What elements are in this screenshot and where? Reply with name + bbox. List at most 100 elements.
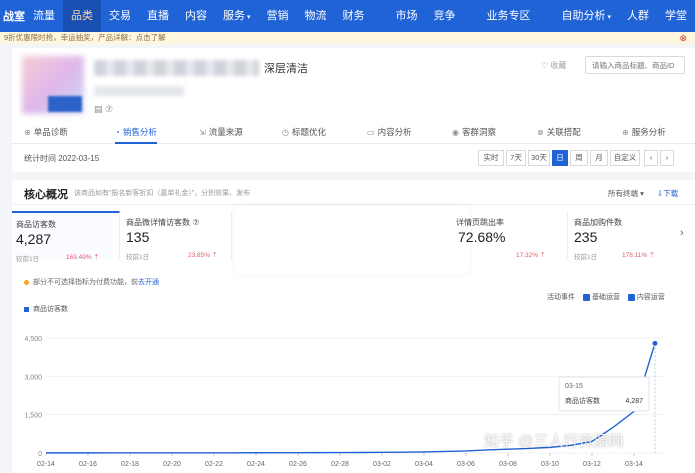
tab-label: 关联搭配 (546, 127, 581, 137)
core-overview-title: 核心概况 (24, 189, 68, 201)
nav-item-trade[interactable]: 交易 (101, 0, 139, 32)
tab-service-analysis[interactable]: ⊕ 服务分析 (622, 120, 666, 144)
metric-change: 17.32% ⇡ (516, 251, 546, 259)
nav-item-service[interactable]: 服务 ▾ (215, 0, 259, 32)
tab-title-optimization[interactable]: ◷ 标题优化 (282, 120, 326, 144)
x-tick-label: 02-18 (121, 461, 139, 468)
y-tick-label: 3,000 (24, 374, 42, 381)
nav-item-category[interactable]: 品类 (63, 0, 101, 32)
prev-date-button[interactable]: ‹ (644, 150, 658, 166)
product-title: 深层清洁 (264, 63, 308, 75)
y-tick-label: 1,500 (24, 413, 42, 420)
x-tick-label: 02-16 (79, 461, 97, 468)
checkbox-basic-ops[interactable] (582, 293, 590, 301)
metric-compare: 较前1日 (574, 254, 598, 261)
pie-chart-icon: ◔ (115, 128, 120, 137)
y-tick-label: 0 (38, 451, 42, 458)
core-overview-desc: 该商品如有“报名新客折扣（嘉单礼金）”，分别效果、发布 (74, 190, 251, 197)
nav-item-logistics[interactable]: 物流 (297, 0, 335, 32)
next-date-button[interactable]: › (660, 150, 674, 166)
traffic-icon: ⇲ (199, 128, 206, 137)
tab-label: 标题优化 (291, 127, 326, 137)
x-tick-label: 03-04 (415, 461, 433, 468)
nav-item-marketing[interactable]: 营销 (259, 0, 297, 32)
tooltip-value: 4,287 (625, 398, 643, 405)
range-realtime-button[interactable]: 实时 (478, 150, 504, 166)
terminal-select[interactable]: 所有终端 ▾ (608, 188, 644, 199)
metric-value: 4,287 (16, 231, 52, 247)
chevron-down-icon: ▾ (640, 189, 644, 198)
nav-item-market[interactable]: 市场 (388, 0, 426, 32)
metric-card-add-cart[interactable]: 商品加购件数 235 较前1日 178.11% ⇡ (570, 211, 674, 261)
tooltip-date: 03-15 (565, 383, 583, 390)
metric-label: 商品加购件数 (574, 218, 622, 227)
tab-traffic-source[interactable]: ⇲ 流量来源 (199, 120, 243, 144)
arrow-up-icon: ⇡ (649, 252, 655, 259)
event-filter: 活动事件 基础运营 内容运营 (547, 292, 665, 302)
x-tick-label: 03-12 (583, 461, 601, 468)
favorite-button[interactable]: ♡ 收藏 (541, 60, 566, 71)
tab-item-diagnosis[interactable]: ⊕ 单品诊断 (24, 120, 68, 144)
nav-item-traffic[interactable]: 流量 (25, 0, 63, 32)
nav-item-competition[interactable]: 竞争 (426, 0, 464, 32)
metric-card-visitors[interactable]: 商品访客数 4,287 较前1日 163.49% ⇡ (12, 211, 120, 263)
nav-item-live[interactable]: 直播 (139, 0, 177, 32)
y-tick-label: 4,500 (24, 336, 42, 343)
metric-card-bounce-rate[interactable]: 详情页跳出率 72.68% 17.32% ⇡ (456, 211, 568, 259)
nav-brand[interactable]: 战室 (0, 8, 25, 24)
nav-item-crowd[interactable]: 人群 (619, 0, 657, 32)
metric-label: 商品微详情访客数 ⑦ (126, 218, 200, 227)
nav-item-academy[interactable]: 学堂 (657, 0, 695, 32)
tab-label: 内容分析 (377, 127, 412, 137)
range-day-button[interactable]: 日 (552, 150, 568, 166)
content-icon: ▭ (367, 128, 375, 137)
activate-link[interactable]: 去开通 (138, 279, 159, 286)
tab-related-matching[interactable]: ⊗ 关联搭配 (537, 120, 581, 144)
x-tick-label: 02-28 (331, 461, 349, 468)
metric-change-value: 17.32% (516, 252, 539, 259)
range-7d-button[interactable]: 7天 (506, 150, 526, 166)
metric-card-micro-detail-visitors[interactable]: 商品微详情访客数 ⑦ 135 较前1日 23.85% ⇡ (122, 211, 232, 261)
range-month-button[interactable]: 月 (590, 150, 608, 166)
nav-item-finance[interactable]: 财务 (335, 0, 373, 32)
tab-label: 服务分析 (631, 127, 666, 137)
tab-sales-analysis[interactable]: ◔ 销售分析 (115, 120, 157, 144)
tab-content-analysis[interactable]: ▭ 内容分析 (367, 120, 412, 144)
range-30d-button[interactable]: 30天 (528, 150, 550, 166)
product-title-blurred (94, 60, 259, 76)
nav-item-content[interactable]: 内容 (177, 0, 215, 32)
x-tick-label: 03-06 (457, 461, 475, 468)
download-button[interactable]: ⇩下载 (657, 188, 678, 199)
metric-label: 商品访客数 (16, 220, 56, 229)
tab-customer-insight[interactable]: ◉ 客群洞察 (452, 120, 496, 144)
nav-item-business-zone[interactable]: 业务专区 (478, 0, 538, 32)
product-search-input[interactable] (585, 56, 685, 74)
watermark: 知乎 @三人行资源网 (484, 433, 624, 450)
checkbox-content-ops[interactable] (627, 293, 635, 301)
x-tick-label: 03-10 (541, 461, 559, 468)
x-tick-label: 02-14 (37, 461, 55, 468)
checkbox-label: 基础运营 (591, 294, 620, 301)
metric-change: 23.85% ⇡ (188, 251, 218, 259)
data-point (651, 339, 659, 347)
download-label: 下载 (663, 189, 679, 198)
legend-label: 商品访客数 (33, 306, 68, 313)
diagnosis-icon: ⊕ (24, 128, 31, 137)
analysis-tabs: ⊕ 单品诊断 ◔ 销售分析 ⇲ 流量来源 ◷ 标题优化 ▭ 内容分析 ◉ 客群洞察 ⊗ 关联搭… (12, 120, 695, 144)
close-icon[interactable]: ⊗ (679, 32, 687, 44)
chevron-right-icon[interactable]: › (680, 227, 684, 239)
warning-dot-icon (24, 279, 29, 285)
clock-icon: ◷ (282, 128, 289, 137)
link-icon: ⊗ (537, 128, 544, 137)
metric-change-value: 163.49% (66, 254, 92, 261)
favorite-label: 收藏 (550, 61, 567, 70)
nav-item-service-label: 服务 (223, 10, 245, 22)
range-week-button[interactable]: 周 (570, 150, 588, 166)
tab-label: 流量来源 (208, 127, 243, 137)
info-icon: ▤ ⑦ (94, 104, 114, 114)
event-label: 活动事件 (547, 294, 575, 301)
product-badge (48, 96, 82, 112)
nav-item-self-analysis[interactable]: 自助分析 ▾ (553, 0, 619, 32)
range-custom-button[interactable]: 自定义 (610, 150, 640, 166)
notice-text[interactable]: 9折优惠限时抢，幸运抽奖，产品详解：点击了解 (4, 33, 166, 42)
